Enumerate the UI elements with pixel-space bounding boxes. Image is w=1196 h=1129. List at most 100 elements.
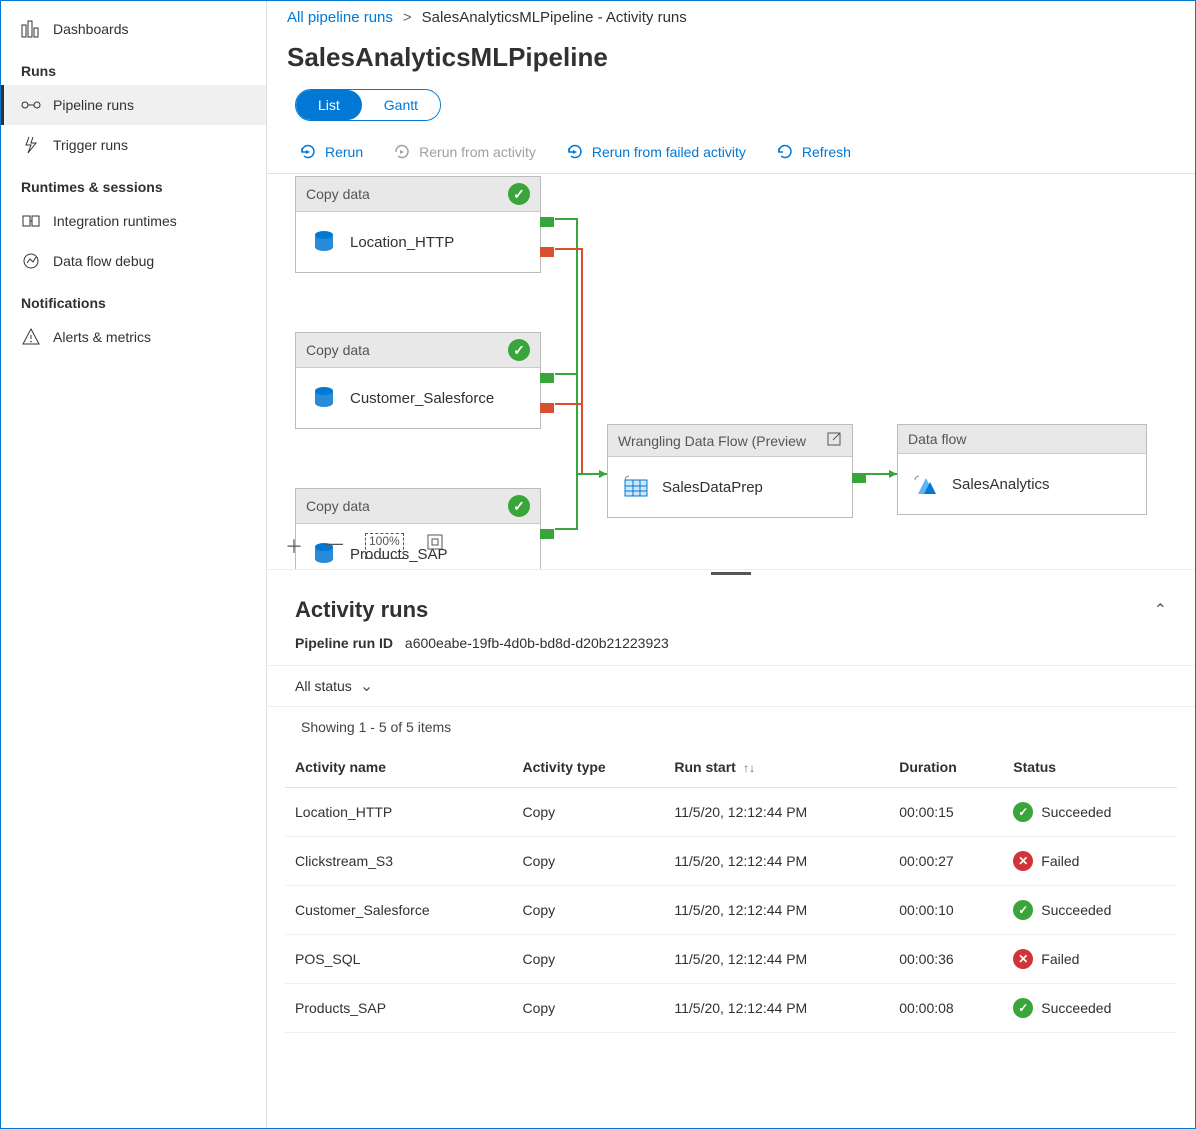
alert-icon (21, 327, 41, 347)
node-dataflow-salesanalytics[interactable]: Data flow SalesAnalytics (897, 424, 1147, 515)
refresh-icon (776, 143, 794, 161)
toggle-list[interactable]: List (296, 90, 362, 120)
col-duration[interactable]: Duration (889, 747, 1003, 788)
sidebar-item-label: Alerts & metrics (53, 329, 151, 345)
sidebar-item-label: Integration runtimes (53, 213, 177, 229)
sidebar-item-pipeline-runs[interactable]: Pipeline runs (1, 85, 266, 125)
breadcrumb: All pipeline runs > SalesAnalyticsMLPipe… (267, 1, 1195, 34)
action-label: Rerun from failed activity (592, 144, 746, 160)
success-icon: ✓ (1013, 900, 1033, 920)
status-success-icon: ✓ (508, 183, 530, 205)
cell-run-start: 11/5/20, 12:12:44 PM (664, 837, 889, 886)
zoom-in-button[interactable]: ＋ (285, 533, 303, 559)
pipeline-icon (21, 95, 41, 115)
success-icon: ✓ (1013, 802, 1033, 822)
cell-duration: 00:00:10 (889, 886, 1003, 935)
cell-duration: 00:00:27 (889, 837, 1003, 886)
action-rerun-from-activity: Rerun from activity (393, 143, 536, 161)
action-refresh[interactable]: Refresh (776, 143, 851, 161)
view-toggle: List Gantt (295, 89, 441, 121)
action-label: Rerun from activity (419, 144, 536, 160)
fail-icon: ✕ (1013, 949, 1033, 969)
sort-icon: ↑↓ (740, 761, 755, 775)
activity-runs-table: Activity name Activity type Run start ↑↓… (285, 747, 1177, 1033)
dashboard-icon (21, 19, 41, 39)
node-name: SalesAnalytics (952, 476, 1050, 493)
cell-status: ✓Succeeded (1003, 788, 1177, 837)
node-type: Copy data (306, 186, 370, 202)
zoom-100-button[interactable]: 100% (365, 533, 404, 559)
cell-activity-name: Clickstream_S3 (285, 837, 512, 886)
fail-icon: ✕ (1013, 851, 1033, 871)
node-wrangling-salesdataprep[interactable]: Wrangling Data Flow (Preview SalesDataPr… (607, 424, 853, 518)
collapse-panel-button[interactable]: ⌃ (1154, 600, 1167, 620)
table-row[interactable]: POS_SQLCopy11/5/20, 12:12:44 PM00:00:36✕… (285, 935, 1177, 984)
table-row[interactable]: Clickstream_S3Copy11/5/20, 12:12:44 PM00… (285, 837, 1177, 886)
sidebar-item-label: Dashboards (53, 21, 129, 37)
cell-activity-type: Copy (512, 984, 664, 1033)
success-icon: ✓ (1013, 998, 1033, 1018)
chevron-down-icon: ⌄ (360, 676, 373, 696)
sidebar-item-label: Pipeline runs (53, 97, 134, 113)
table-row[interactable]: Customer_SalesforceCopy11/5/20, 12:12:44… (285, 886, 1177, 935)
canvas-zoom-controls: ＋ ― 100% (275, 529, 454, 563)
sidebar-item-dashboards[interactable]: Dashboards (1, 9, 266, 49)
table-row[interactable]: Location_HTTPCopy11/5/20, 12:12:44 PM00:… (285, 788, 1177, 837)
rerun-activity-icon (393, 143, 411, 161)
cell-status: ✕Failed (1003, 935, 1177, 984)
cell-activity-type: Copy (512, 837, 664, 886)
cell-activity-type: Copy (512, 886, 664, 935)
status-filter-dropdown[interactable]: All status ⌄ (295, 676, 373, 696)
col-status[interactable]: Status (1003, 747, 1177, 788)
action-bar: Rerun Rerun from activity Rerun from fai… (267, 131, 1195, 174)
main-content: All pipeline runs > SalesAnalyticsMLPipe… (267, 1, 1195, 1128)
database-icon (310, 384, 338, 412)
cell-status: ✓Succeeded (1003, 984, 1177, 1033)
pipeline-run-id: Pipeline run ID a600eabe-19fb-4d0b-bd8d-… (267, 629, 1195, 665)
cell-status: ✓Succeeded (1003, 886, 1177, 935)
cell-duration: 00:00:08 (889, 984, 1003, 1033)
cell-duration: 00:00:15 (889, 788, 1003, 837)
action-rerun[interactable]: Rerun (299, 143, 363, 161)
sidebar-group-notifications: Notifications (1, 281, 266, 317)
sidebar-group-runtimes: Runtimes & sessions (1, 165, 266, 201)
cell-run-start: 11/5/20, 12:12:44 PM (664, 935, 889, 984)
pipeline-canvas[interactable]: Copy data ✓ Location_HTTP Copy data ✓ (267, 174, 1195, 569)
database-icon (310, 228, 338, 256)
pane-resize-handle[interactable] (267, 569, 1195, 577)
table-row[interactable]: Products_SAPCopy11/5/20, 12:12:44 PM00:0… (285, 984, 1177, 1033)
debug-icon (21, 251, 41, 271)
sidebar-item-integration-runtimes[interactable]: Integration runtimes (1, 201, 266, 241)
col-run-start[interactable]: Run start ↑↓ (664, 747, 889, 788)
action-rerun-from-failed[interactable]: Rerun from failed activity (566, 143, 746, 161)
sidebar-item-label: Trigger runs (53, 137, 128, 153)
breadcrumb-link-root[interactable]: All pipeline runs (287, 9, 393, 26)
toggle-gantt[interactable]: Gantt (362, 90, 440, 120)
table-icon (622, 473, 650, 501)
node-name: Location_HTTP (350, 234, 454, 251)
rerun-icon (299, 143, 317, 161)
node-copy-customer-salesforce[interactable]: Copy data ✓ Customer_Salesforce (295, 332, 541, 429)
open-icon[interactable] (826, 431, 842, 450)
sidebar-group-runs: Runs (1, 49, 266, 85)
fit-screen-button[interactable] (426, 533, 444, 559)
col-activity-type[interactable]: Activity type (512, 747, 664, 788)
sidebar-item-trigger-runs[interactable]: Trigger runs (1, 125, 266, 165)
sidebar: Dashboards Runs Pipeline runs Trigger ru… (1, 1, 267, 1128)
trigger-icon (21, 135, 41, 155)
pipeline-run-id-label: Pipeline run ID (295, 635, 393, 651)
dataflow-icon (912, 470, 940, 498)
sidebar-item-dataflow-debug[interactable]: Data flow debug (1, 241, 266, 281)
cell-run-start: 11/5/20, 12:12:44 PM (664, 886, 889, 935)
cell-activity-type: Copy (512, 935, 664, 984)
node-copy-location-http[interactable]: Copy data ✓ Location_HTTP (295, 176, 541, 273)
node-type: Wrangling Data Flow (Preview (618, 433, 806, 449)
rerun-failed-icon (566, 143, 584, 161)
cell-run-start: 11/5/20, 12:12:44 PM (664, 984, 889, 1033)
breadcrumb-separator: > (403, 9, 412, 26)
col-activity-name[interactable]: Activity name (285, 747, 512, 788)
node-type: Copy data (306, 342, 370, 358)
page-title: SalesAnalyticsMLPipeline (267, 34, 1195, 85)
sidebar-item-alerts[interactable]: Alerts & metrics (1, 317, 266, 357)
zoom-out-button[interactable]: ― (325, 533, 343, 559)
